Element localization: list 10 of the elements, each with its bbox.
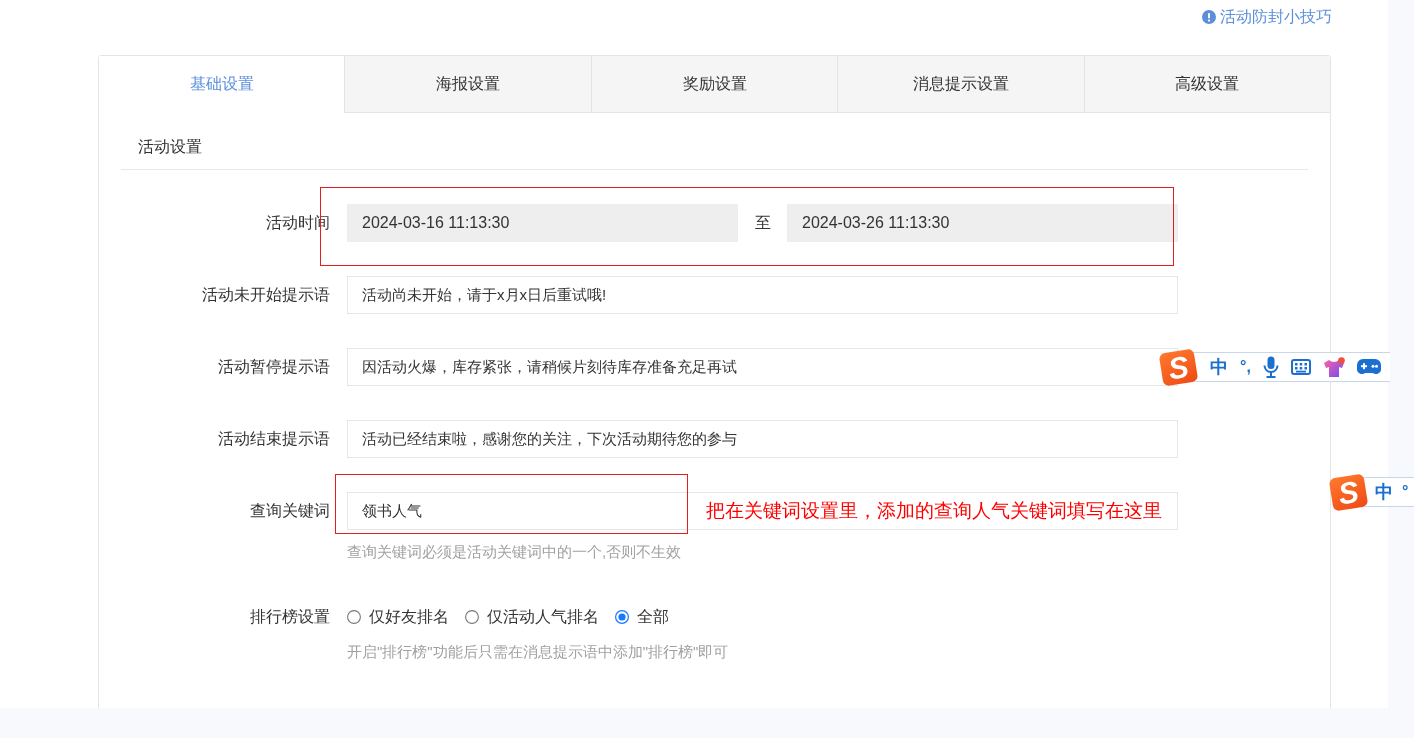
- field-label: 活动结束提示语: [217, 429, 330, 449]
- field-hint: 查询关键词必须是活动关键词中的一个,否则不生效: [347, 542, 683, 562]
- field-label: 活动未开始提示语: [201, 285, 330, 305]
- field-label: 排行榜设置: [249, 607, 330, 627]
- range-separator: 至: [753, 212, 772, 233]
- annotation-note: 把在关键词设置里，添加的查询人气关键词填写在这里: [706, 499, 1162, 523]
- field-label: 活动暂停提示语: [217, 357, 330, 377]
- field-label: 查询关键词: [249, 501, 330, 521]
- section-title: 活动设置: [138, 137, 202, 157]
- field-hint: 开启"排行榜"功能后只需在消息提示语中添加"排行榜"即可: [347, 642, 730, 662]
